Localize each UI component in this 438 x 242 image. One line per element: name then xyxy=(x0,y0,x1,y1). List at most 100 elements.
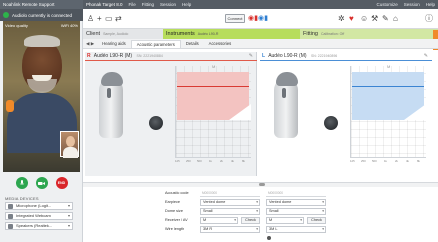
webcam-select[interactable]: Integrated Webcam ▾ xyxy=(5,212,73,220)
menu-session-right[interactable]: Session xyxy=(401,2,423,7)
chevron-down-icon: ▾ xyxy=(67,213,70,218)
dome-size-right-select[interactable]: Small xyxy=(200,208,260,215)
device-icon[interactable]: ▭ xyxy=(105,14,113,24)
tick-label: 4k xyxy=(406,159,409,163)
hearing-aid-status-icons[interactable]: ◉▮◉▮ xyxy=(248,14,268,24)
microphone-select-value: Microphone (Logit... xyxy=(16,203,52,208)
menu-help[interactable]: Help xyxy=(179,2,194,7)
tab-acoustic-parameters[interactable]: Acoustic parameters xyxy=(130,40,181,48)
receiver-label: Receiver / AV xyxy=(165,218,188,222)
add-icon[interactable]: + xyxy=(97,14,102,24)
person-icon[interactable]: ☺ xyxy=(360,14,368,24)
instruments-model: Audéo L90-R xyxy=(197,32,219,36)
person-hair xyxy=(24,35,60,47)
client-icon[interactable]: ♙ xyxy=(87,14,94,24)
wire-length-right-select[interactable]: 3M R xyxy=(200,226,260,233)
tab-hearing-aids[interactable]: Hearing aids xyxy=(97,40,131,48)
person-beard xyxy=(27,79,57,93)
speaker-icon xyxy=(8,224,13,229)
chevron-down-icon: ▾ xyxy=(67,203,70,208)
earpiece-right-select[interactable]: Vented dome xyxy=(200,199,260,206)
hearing-aid-image xyxy=(274,78,298,138)
chevron-down-icon: ▾ xyxy=(67,223,70,228)
connection-status-text: Audiolo currently is connected xyxy=(12,12,73,18)
heart-icon[interactable]: ♥ xyxy=(349,14,354,24)
right-side-marker: R xyxy=(87,53,91,59)
hearing-aid-button xyxy=(107,88,111,98)
menu-file[interactable]: File xyxy=(125,2,138,7)
camera-icon xyxy=(38,181,45,185)
client-name: Sample, Audiolo xyxy=(103,32,129,36)
splitter-handle-icon[interactable] xyxy=(259,183,265,186)
fitting-calibration: Calibration: Off xyxy=(320,32,345,36)
tick-label: 2k xyxy=(395,159,398,163)
menu-session[interactable]: Session xyxy=(157,2,179,7)
tools-icon[interactable]: ⚒ xyxy=(371,14,378,24)
left-side-marker: L xyxy=(262,53,266,59)
remote-support-title: Noahlink Remote Support xyxy=(0,0,83,9)
menu-fitting[interactable]: Fitting xyxy=(139,2,157,7)
left-acoustic-chart: M 125 250 500 1k 2k 4k 8k xyxy=(350,64,426,163)
info-icon[interactable]: ⓘ xyxy=(425,14,433,24)
panel-splitter[interactable] xyxy=(83,182,438,187)
microphone-button[interactable] xyxy=(15,177,28,189)
self-view-face xyxy=(66,136,75,147)
instruments-section[interactable]: Instruments Audéo L90-R xyxy=(163,29,300,39)
wifi-strength: WiFi 40% xyxy=(60,23,78,28)
acoustic-code-label: Acoustic code xyxy=(165,191,189,195)
media-devices-heading: MEDIA DEVICES xyxy=(5,196,39,201)
chart-fill-area xyxy=(177,72,249,120)
receiver-right-select[interactable]: M xyxy=(200,217,238,224)
tick-label: 1k xyxy=(209,159,212,163)
instruments-label: Instruments xyxy=(166,31,195,37)
remote-icon[interactable]: ⌂ xyxy=(393,14,398,24)
menu-bar: Phonak Target 8.0 File Fitting Session H… xyxy=(83,0,438,9)
connect-button[interactable]: Connect xyxy=(225,14,245,23)
menu-help-right[interactable]: Help xyxy=(423,2,438,7)
acoustic-settings: Acoustic code M0000000 M0000000 Earpiece… xyxy=(165,190,335,240)
microphone-select[interactable]: Microphone (Logit... ▾ xyxy=(5,202,73,210)
mouse-cursor xyxy=(267,236,271,240)
tick-label: 125 xyxy=(175,159,180,163)
self-view-video[interactable] xyxy=(60,131,79,158)
edit-icon[interactable]: ✎ xyxy=(424,52,428,61)
tab-accessories[interactable]: Accessories xyxy=(204,40,237,48)
receiver-left-select[interactable]: M xyxy=(266,217,304,224)
instrument-tabs: ◀ ▶ Hearing aids Acoustic parameters Det… xyxy=(83,39,438,49)
self-view-body xyxy=(63,147,78,158)
left-device-name: Audéo L90-R (M) xyxy=(268,53,307,59)
fitting-section[interactable]: Fitting Calibration: Off xyxy=(300,29,438,39)
receiver-left-check-button[interactable]: Check xyxy=(307,217,326,224)
hearing-aid-icon xyxy=(6,100,14,112)
settings-icon[interactable]: ✲ xyxy=(338,14,345,24)
connection-status: Audiolo currently is connected xyxy=(0,9,83,21)
camera-button[interactable] xyxy=(35,177,48,189)
wire-length-row: Wire length 3M R 3M L xyxy=(165,226,335,234)
left-battery-icon: ▮ xyxy=(264,15,268,22)
edit-icon[interactable]: ✎ xyxy=(249,52,253,61)
acoustic-code-left: M0000000 xyxy=(266,190,326,197)
wrench-icon[interactable]: ✎ xyxy=(382,14,389,24)
left-device-serial: SN: 2221940896 xyxy=(310,54,338,58)
remote-support-panel: Noahlink Remote Support Audiolo currentl… xyxy=(0,0,83,242)
chart-fill-area xyxy=(352,72,424,120)
tab-nav-arrows[interactable]: ◀ ▶ xyxy=(83,40,97,48)
left-ear-device-panel: L Audéo L90-R (M) SN: 2221940896 ✎ M 125… xyxy=(260,52,432,176)
menu-customize[interactable]: Customize xyxy=(373,2,400,7)
receiver-right-check-button[interactable]: Check xyxy=(241,217,260,224)
speakers-select[interactable]: Speakers (Realtek... ▾ xyxy=(5,222,73,230)
tick-label: 8k xyxy=(242,159,245,163)
tick-label: 125 xyxy=(350,159,355,163)
dome-size-row: Dome size Small Small xyxy=(165,208,335,216)
hearing-aid-image xyxy=(99,78,123,138)
connected-icon xyxy=(3,12,9,18)
left-device-title: L Audéo L90-R (M) SN: 2221940896 ✎ xyxy=(260,52,432,61)
client-section[interactable]: Client Sample, Audiolo xyxy=(83,29,163,39)
wire-length-left-select[interactable]: 3M L xyxy=(266,226,326,233)
dome-size-left-select[interactable]: Small xyxy=(266,208,326,215)
tick-label: 8k xyxy=(417,159,420,163)
sync-icon[interactable]: ⇄ xyxy=(115,14,122,24)
earpiece-left-select[interactable]: Vented dome xyxy=(266,199,326,206)
tab-details[interactable]: Details xyxy=(181,40,204,48)
end-call-button[interactable]: END xyxy=(55,177,68,189)
